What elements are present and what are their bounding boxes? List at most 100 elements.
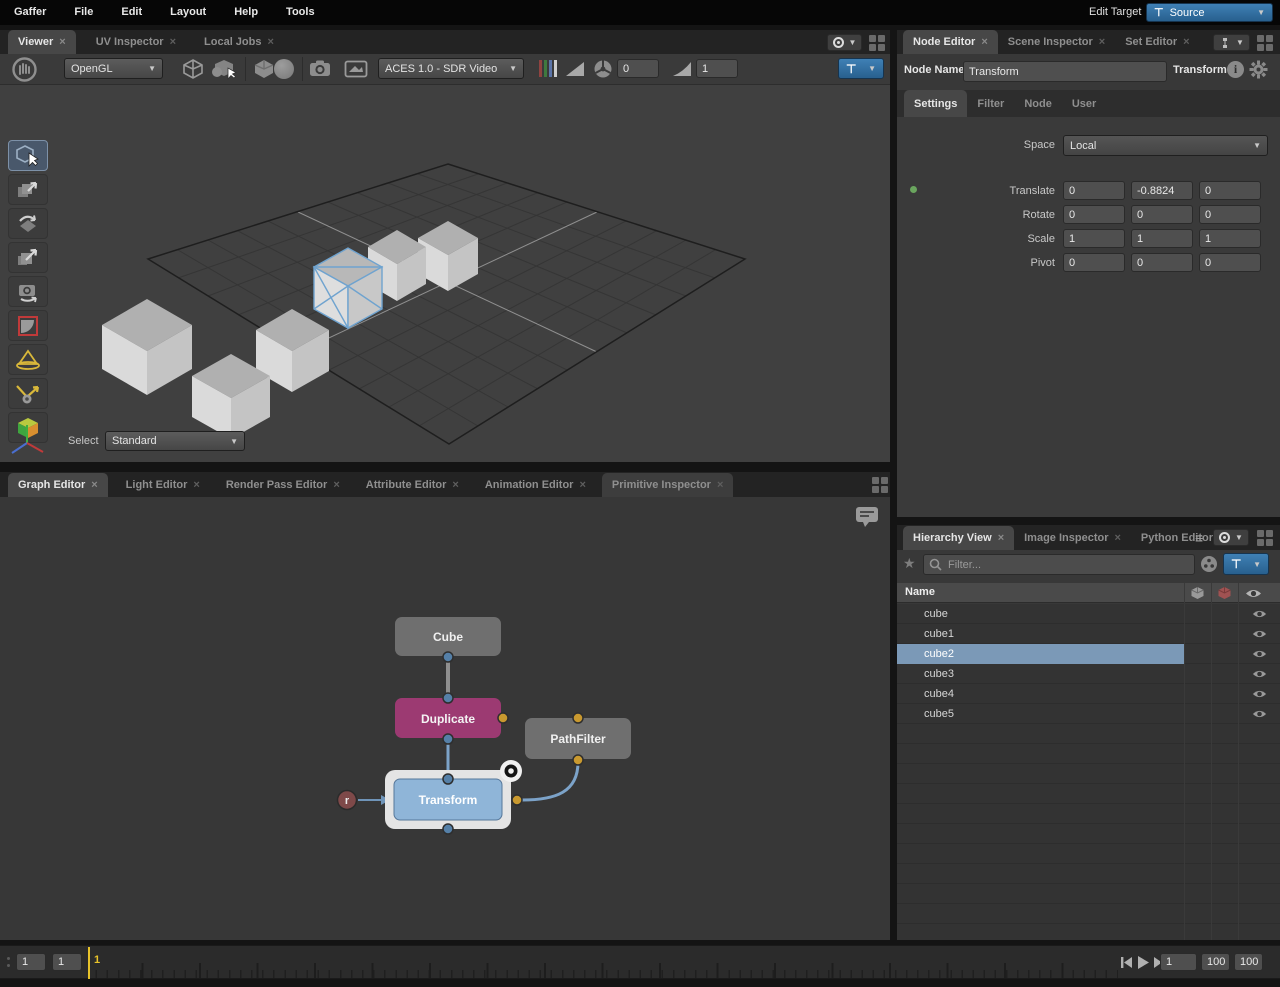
pivot-y-field[interactable]: 0: [1131, 253, 1193, 272]
select-mode-dropdown[interactable]: Standard▼: [105, 431, 245, 451]
rotate-y-field[interactable]: 0: [1131, 205, 1193, 224]
tab-local-jobs[interactable]: Local Jobs×: [194, 30, 284, 54]
exclusions-cube-icon[interactable]: [1217, 586, 1232, 600]
scale-z-field[interactable]: 1: [1199, 229, 1261, 248]
bookmark-star-icon[interactable]: ★: [903, 555, 916, 572]
exposure-icon[interactable]: [564, 60, 586, 78]
tab-set-editor[interactable]: Set Editor×: [1115, 30, 1199, 54]
viewport-cube[interactable]: [418, 221, 478, 291]
visibility-eye-icon[interactable]: [1245, 588, 1262, 599]
tool-light-through[interactable]: [8, 378, 48, 409]
skip-start-button[interactable]: [1120, 956, 1133, 969]
translate-x-field[interactable]: 0: [1063, 181, 1125, 200]
tab-animation-editor[interactable]: Animation Editor×: [475, 473, 596, 497]
plug-out[interactable]: [573, 755, 583, 765]
eye-icon[interactable]: [1252, 609, 1267, 619]
close-icon[interactable]: ×: [981, 36, 987, 48]
menu-file[interactable]: File: [60, 0, 107, 25]
tab-image-inspector[interactable]: Image Inspector×: [1014, 526, 1131, 550]
tool-scale[interactable]: [8, 242, 48, 273]
tool-camera[interactable]: [8, 276, 48, 307]
pivot-z-field[interactable]: 0: [1199, 253, 1261, 272]
plug-in[interactable]: [443, 693, 453, 703]
inclusions-cube-icon[interactable]: [1190, 586, 1205, 600]
timeline-current-field[interactable]: 1: [52, 953, 82, 971]
table-row-selected[interactable]: cube2: [897, 644, 1280, 664]
channel-bars-icon[interactable]: [539, 60, 557, 77]
viewer-target-menu-button[interactable]: ▼: [827, 34, 862, 51]
hierarchy-pin-button[interactable]: ⊤ ▼: [1223, 553, 1269, 575]
display-transform-dropdown[interactable]: ACES 1.0 - SDR Video▼: [378, 58, 524, 79]
node-editor-layout-icon[interactable]: [1257, 35, 1273, 51]
list-icon[interactable]: ≡: [1195, 530, 1203, 546]
gamma-field[interactable]: 1: [696, 59, 738, 78]
timeline-end-field[interactable]: 100: [1201, 953, 1230, 971]
table-row[interactable]: cube: [897, 604, 1280, 624]
solid-cube-icon[interactable]: [252, 58, 276, 80]
translate-y-field[interactable]: -0.8824: [1131, 181, 1193, 200]
table-row[interactable]: cube4: [897, 684, 1280, 704]
focus-ring-icon[interactable]: [500, 760, 522, 782]
hierarchy-header[interactable]: Name: [897, 583, 1280, 603]
playhead[interactable]: [88, 947, 90, 979]
timeline-range-end-field[interactable]: 100: [1234, 953, 1263, 971]
close-icon[interactable]: ×: [1114, 532, 1120, 544]
tab-render-pass-editor[interactable]: Render Pass Editor×: [216, 473, 350, 497]
menu-tools[interactable]: Tools: [272, 0, 329, 25]
tool-crop-window[interactable]: [8, 310, 48, 341]
menu-layout[interactable]: Layout: [156, 0, 220, 25]
gamma-icon[interactable]: [671, 60, 693, 78]
space-dropdown[interactable]: Local▼: [1063, 135, 1268, 156]
plug-filter[interactable]: [498, 713, 508, 723]
plug-in[interactable]: [443, 774, 453, 784]
set-membership-icon[interactable]: [1200, 555, 1218, 573]
timeline-start-field[interactable]: 1: [16, 953, 46, 971]
renderer-dropdown[interactable]: OpenGL▼: [64, 58, 163, 79]
tab-user[interactable]: User: [1062, 90, 1106, 117]
select-mode-icon[interactable]: [210, 58, 240, 80]
timeline-ruler[interactable]: [86, 948, 1118, 978]
close-icon[interactable]: ×: [1099, 36, 1105, 48]
scale-x-field[interactable]: 1: [1063, 229, 1125, 248]
tab-settings[interactable]: Settings: [904, 90, 967, 117]
play-button[interactable]: [1136, 955, 1150, 970]
tab-node-editor[interactable]: Node Editor×: [903, 30, 998, 54]
node-graph-canvas[interactable]: r Cube Duplicate P: [0, 497, 890, 940]
viewer-layout-icon[interactable]: [869, 35, 885, 51]
wireframe-cube-icon[interactable]: [181, 58, 205, 80]
close-icon[interactable]: ×: [59, 36, 65, 48]
shaded-sphere-icon[interactable]: [274, 59, 294, 79]
close-icon[interactable]: ×: [452, 479, 458, 491]
annotation-bubble-icon[interactable]: [854, 505, 880, 529]
plug-filter[interactable]: [512, 795, 522, 805]
close-icon[interactable]: ×: [193, 479, 199, 491]
viewer-pin-button[interactable]: ⊤ ▼: [838, 58, 884, 79]
tab-hierarchy-view[interactable]: Hierarchy View×: [903, 526, 1014, 550]
plug-out[interactable]: [443, 734, 453, 744]
tool-light[interactable]: [8, 344, 48, 375]
tab-light-editor[interactable]: Light Editor×: [116, 473, 210, 497]
plug-out[interactable]: [443, 652, 453, 662]
exposure-field[interactable]: 0: [617, 59, 659, 78]
camera-icon[interactable]: [307, 58, 333, 80]
plug-out[interactable]: [443, 824, 453, 834]
pivot-x-field[interactable]: 0: [1063, 253, 1125, 272]
close-icon[interactable]: ×: [717, 479, 723, 491]
tool-select[interactable]: [8, 140, 48, 171]
filter-input[interactable]: Filter...: [923, 554, 1195, 575]
translate-z-field[interactable]: 0: [1199, 181, 1261, 200]
eye-icon[interactable]: [1252, 709, 1267, 719]
table-row[interactable]: cube5: [897, 704, 1280, 724]
hierarchy-target-menu-button[interactable]: ▼: [1213, 529, 1249, 546]
tab-viewer[interactable]: Viewer×: [8, 30, 76, 54]
close-icon[interactable]: ×: [998, 532, 1004, 544]
close-icon[interactable]: ×: [1183, 36, 1189, 48]
tab-graph-editor[interactable]: Graph Editor×: [8, 473, 108, 497]
menu-edit[interactable]: Edit: [107, 0, 156, 25]
tab-scene-inspector[interactable]: Scene Inspector×: [998, 30, 1115, 54]
pan-hand-icon[interactable]: [12, 57, 37, 82]
tab-node[interactable]: Node: [1014, 90, 1062, 117]
gear-icon[interactable]: [1249, 60, 1268, 79]
close-icon[interactable]: ×: [333, 479, 339, 491]
close-icon[interactable]: ×: [170, 36, 176, 48]
